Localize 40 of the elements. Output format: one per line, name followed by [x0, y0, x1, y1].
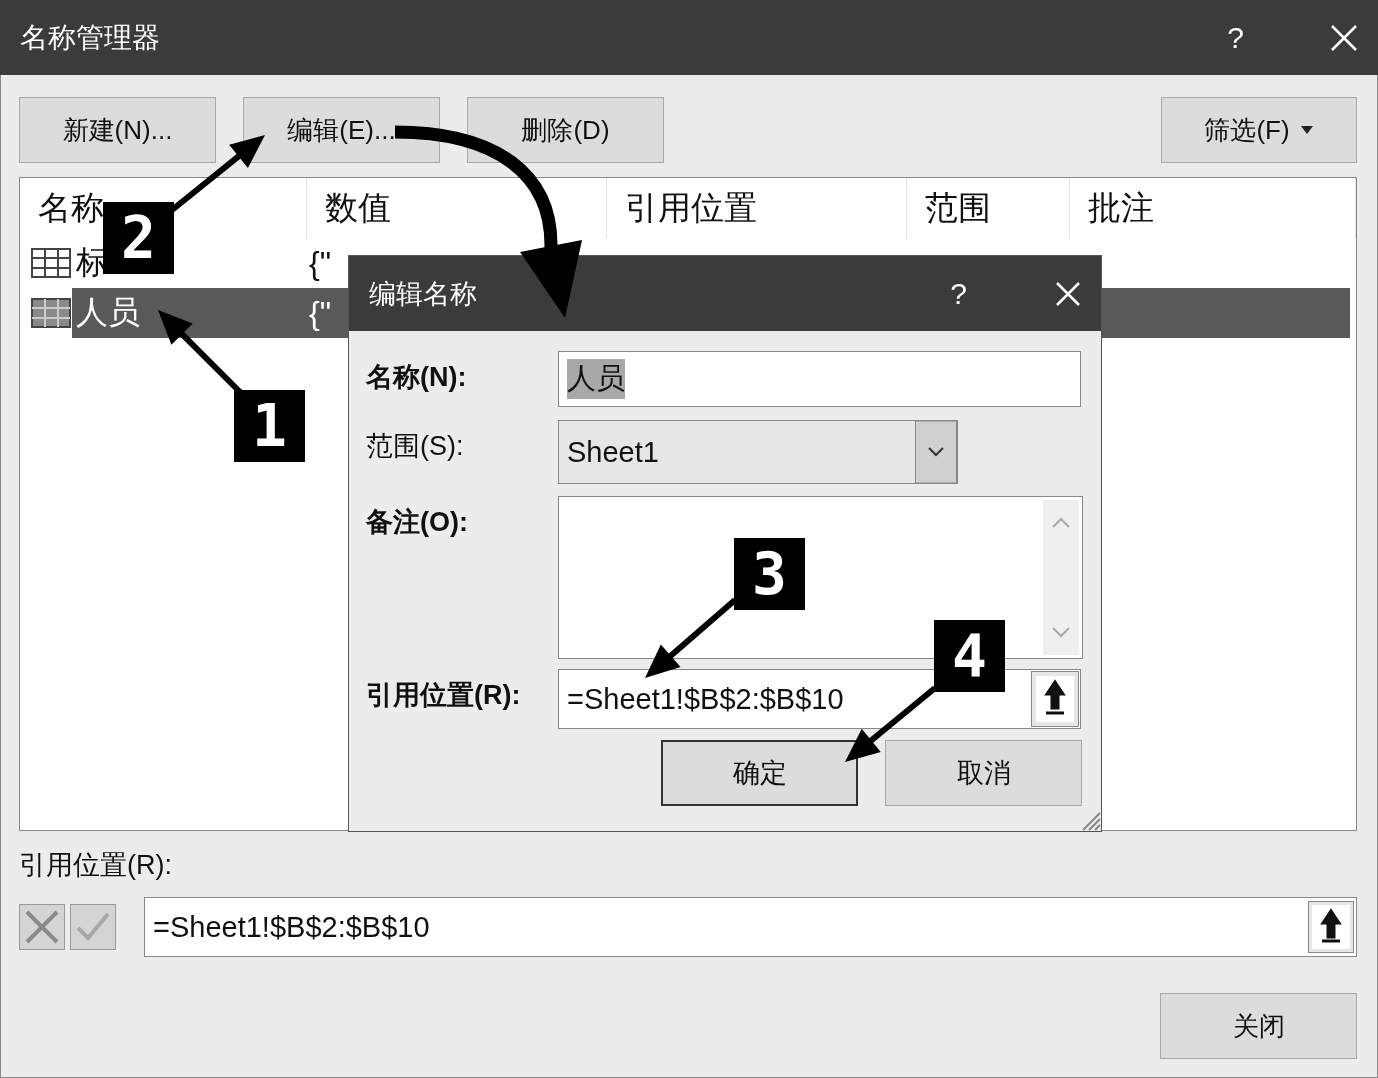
- toolbar-button[interactable]: 新建(N)...: [19, 97, 216, 163]
- step-number-badge: 3: [734, 538, 805, 610]
- column-header[interactable]: 引用位置: [607, 178, 907, 238]
- close-icon[interactable]: [1055, 280, 1081, 307]
- toolbar-button[interactable]: 删除(D): [467, 97, 664, 163]
- refers-to-label: 引用位置(R):: [19, 849, 173, 882]
- toolbar-button[interactable]: 编辑(E)...: [243, 97, 440, 163]
- value-cell: {": [309, 244, 332, 282]
- name-label: 名称(N):: [366, 361, 468, 394]
- caret-icon: [1299, 125, 1314, 135]
- check-icon[interactable]: [70, 904, 116, 950]
- table-icon: [31, 248, 71, 278]
- scope-dropdown[interactable]: Sheet1: [558, 420, 958, 484]
- step-number-badge: 1: [234, 390, 305, 462]
- chevron-down-icon: [915, 421, 957, 483]
- help-button[interactable]: ?: [1227, 20, 1244, 55]
- ok-button[interactable]: 确定: [661, 740, 858, 806]
- close-icon[interactable]: [1330, 23, 1358, 52]
- step-number-badge: 4: [934, 620, 1005, 692]
- dialog-title: 编辑名称: [369, 277, 478, 311]
- collapse-icon[interactable]: [1308, 901, 1354, 953]
- cancel-button[interactable]: 取消: [885, 740, 1082, 806]
- refers-to-label: 引用位置(R):: [366, 679, 522, 712]
- name-field[interactable]: 人员: [558, 351, 1081, 407]
- collapse-icon[interactable]: [1031, 671, 1079, 727]
- table-icon: [31, 298, 71, 328]
- value-cell: {": [309, 294, 332, 332]
- window-title: 名称管理器: [20, 20, 161, 55]
- column-header[interactable]: 批注: [1070, 178, 1356, 238]
- comment-label: 备注(O):: [366, 506, 469, 539]
- name-cell-text: 人员: [75, 293, 141, 332]
- filter-button[interactable]: 筛选(F): [1161, 97, 1357, 163]
- close-button[interactable]: 关闭: [1160, 993, 1357, 1059]
- scrollbar[interactable]: [1043, 500, 1079, 655]
- column-header[interactable]: 范围: [907, 178, 1070, 238]
- refers-to-field[interactable]: =Sheet1!$B$2:$B$10: [144, 897, 1357, 957]
- scope-label: 范围(S):: [366, 430, 465, 463]
- column-header[interactable]: 数值: [307, 178, 607, 238]
- help-button[interactable]: ?: [950, 276, 967, 311]
- step-number-badge: 2: [103, 202, 174, 274]
